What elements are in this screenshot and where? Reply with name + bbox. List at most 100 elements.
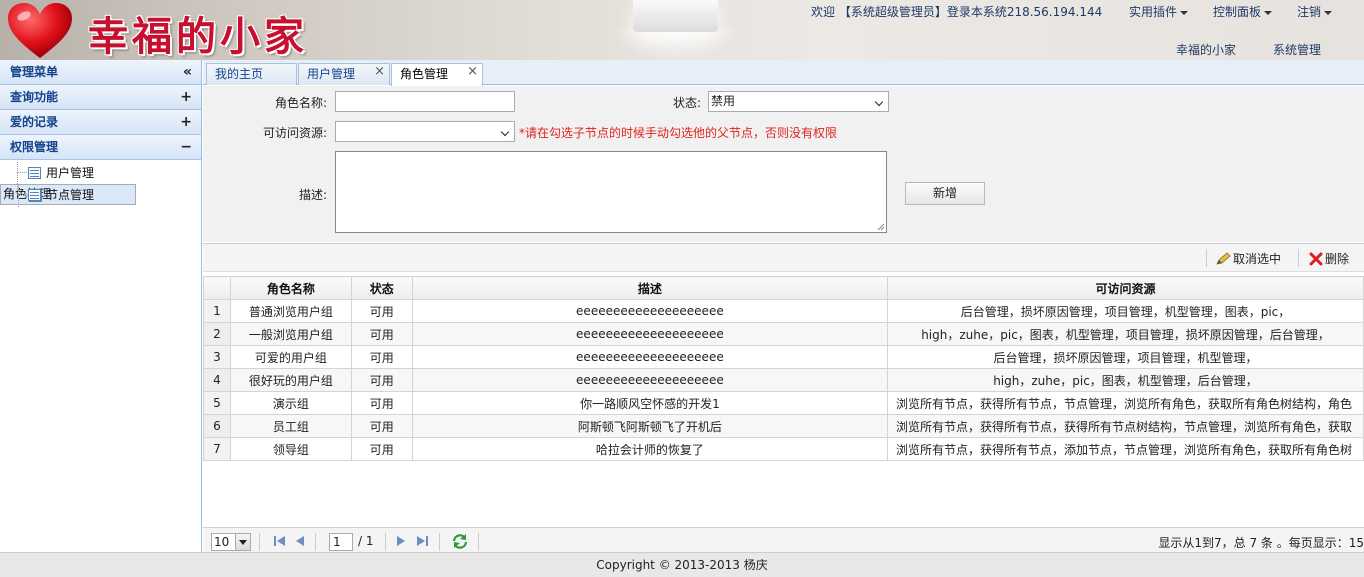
tab-role-management[interactable]: 角色管理 ×	[391, 63, 483, 86]
toolbar-separator	[1298, 249, 1299, 267]
chevron-down-icon-shape	[239, 540, 247, 545]
collapse-icon[interactable]: −	[180, 135, 192, 159]
sidebar: 管理菜单 « 查询功能 + 爱的记录 + 权限管理 − 用户管理 角色管理 节点…	[0, 60, 202, 552]
chevron-down-icon	[1180, 10, 1189, 15]
cell-description: eeeeeeeeeeeeeeeeeeee	[411, 322, 889, 346]
next-page-icon[interactable]	[396, 535, 406, 547]
cell-resources: high，zuhe，pic，图表，机型管理，后台管理，	[887, 368, 1364, 392]
menu-plugins-label: 实用插件	[1129, 5, 1178, 19]
tree-connector	[17, 173, 18, 184]
last-page-icon[interactable]	[415, 535, 429, 547]
sidebar-panel-permissions[interactable]: 权限管理 −	[0, 135, 201, 160]
tree-connector	[17, 162, 27, 173]
cell-resources: 浏览所有节点，获得所有节点，获得所有节点树结构，节点管理，浏览所有角色，获取	[887, 414, 1364, 438]
first-page-icon[interactable]	[273, 535, 287, 547]
column-header-resources[interactable]: 可访问资源	[887, 276, 1364, 300]
column-header-role-name[interactable]: 角色名称	[229, 276, 352, 300]
column-header-status[interactable]: 状态	[350, 276, 413, 300]
status-select[interactable]: 禁用	[708, 91, 889, 112]
row-number: 6	[203, 414, 231, 438]
menu-logout[interactable]: 注销	[1297, 3, 1333, 20]
tab-home[interactable]: 我的主页	[206, 63, 297, 85]
cell-resources: 后台管理，损坏原因管理，项目管理，机型管理，图表，pic，	[887, 299, 1364, 323]
table-row[interactable]: 7 领导组 可用 哈拉会计师的恢复了 浏览所有节点，获得所有节点，添加节点，节点…	[203, 437, 1364, 461]
sidebar-panel-label: 爱的记录	[10, 115, 59, 129]
table-row[interactable]: 3 可爱的用户组 可用 eeeeeeeeeeeeeeeeeeee 后台管理，损坏…	[203, 345, 1364, 369]
link-system-admin[interactable]: 系统管理	[1273, 41, 1321, 58]
pagination-summary: 显示从1到7，总 7 条 。每页显示：15	[1158, 536, 1364, 550]
cell-description: 阿斯顿飞阿斯顿飞了开机后	[411, 414, 889, 438]
delete-button[interactable]: 删除	[1309, 250, 1349, 267]
cell-resources: high，zuhe，pic，图表，机型管理，项目管理，损坏原因管理，后台管理，	[887, 322, 1364, 346]
expand-icon[interactable]: +	[180, 110, 192, 134]
footer-copyright: Copyright © 2013-2013 杨庆	[0, 552, 1364, 577]
pager-separator	[439, 533, 440, 551]
role-name-input[interactable]	[335, 91, 515, 112]
description-label: 描述:	[298, 188, 327, 202]
sidebar-panel-label: 查询功能	[10, 90, 59, 104]
cell-status: 可用	[350, 414, 413, 438]
table-row[interactable]: 1 普通浏览用户组 可用 eeeeeeeeeeeeeeeeeeee 后台管理，损…	[203, 299, 1364, 323]
close-icon[interactable]: ×	[467, 62, 478, 82]
resources-select[interactable]	[335, 121, 515, 142]
sidebar-item-node-management[interactable]: 节点管理	[0, 184, 201, 206]
cell-resources: 浏览所有节点，获得所有节点，添加节点，节点管理，浏览所有角色，获取所有角色树	[887, 437, 1364, 461]
deselect-label: 取消选中	[1233, 252, 1282, 266]
cell-status: 可用	[350, 437, 413, 461]
table-row[interactable]: 4 很好玩的用户组 可用 eeeeeeeeeeeeeeeeeeee high，z…	[203, 368, 1364, 392]
sidebar-panel-love-records[interactable]: 爱的记录 +	[0, 110, 201, 135]
table-icon	[28, 189, 41, 201]
cell-description: eeeeeeeeeeeeeeeeeeee	[411, 368, 889, 392]
row-number: 2	[203, 322, 231, 346]
role-name-label: 角色名称:	[274, 96, 327, 110]
row-number-header	[203, 276, 231, 300]
cell-status: 可用	[350, 368, 413, 392]
grid-toolbar: 取消选中 删除	[203, 244, 1364, 272]
link-happy-home[interactable]: 幸福的小家	[1176, 41, 1236, 58]
pager-separator	[315, 533, 316, 551]
cell-description: 你一路顺风空怀感的开发1	[411, 391, 889, 415]
menu-control-panel[interactable]: 控制面板	[1213, 3, 1273, 20]
tab-label: 我的主页	[215, 67, 264, 81]
table-row[interactable]: 5 演示组 可用 你一路顺风空怀感的开发1 浏览所有节点，获得所有节点，节点管理…	[203, 391, 1364, 415]
expand-icon[interactable]: +	[180, 85, 192, 109]
page-size-select[interactable]: 10	[211, 533, 251, 551]
sidebar-item-user-management[interactable]: 用户管理	[0, 162, 201, 184]
row-number: 4	[203, 368, 231, 392]
menu-logout-label: 注销	[1297, 5, 1322, 19]
sidebar-title-label: 管理菜单	[10, 65, 59, 79]
tab-bar: 我的主页 用户管理 × 角色管理 ×	[203, 60, 1364, 86]
row-number: 5	[203, 391, 231, 415]
description-textarea[interactable]	[335, 151, 887, 233]
tab-label: 用户管理	[307, 67, 356, 81]
table-row[interactable]: 2 一般浏览用户组 可用 eeeeeeeeeeeeeeeeeeee high，z…	[203, 322, 1364, 346]
tree-connector	[17, 184, 27, 195]
add-button[interactable]: 新增	[905, 182, 985, 205]
pagination-bar: 10 1 / 1 显示从1到7，总 7 条 。每页显示：15	[203, 527, 1364, 553]
delete-icon	[1309, 252, 1323, 266]
refresh-icon[interactable]	[451, 533, 469, 549]
sidebar-panel-label: 权限管理	[10, 140, 59, 154]
sidebar-panel-query[interactable]: 查询功能 +	[0, 85, 201, 110]
column-header-description[interactable]: 描述	[411, 276, 889, 300]
table-row[interactable]: 6 员工组 可用 阿斯顿飞阿斯顿飞了开机后 浏览所有节点，获得所有节点，获得所有…	[203, 414, 1364, 438]
role-form: 角色名称: 状态: 禁用 可访问资源: *请在勾选子节点的时候手动勾选他的父节点…	[203, 86, 1364, 242]
tab-user-management[interactable]: 用户管理 ×	[298, 63, 390, 85]
role-table: 角色名称 状态 描述 可访问资源 1 普通浏览用户组 可用 eeeeeeeeee…	[203, 276, 1364, 461]
prev-page-icon[interactable]	[295, 535, 305, 547]
collapse-sidebar-icon[interactable]: «	[183, 60, 192, 84]
cell-description: eeeeeeeeeeeeeeeeeeee	[411, 299, 889, 323]
table-header-row: 角色名称 状态 描述 可访问资源	[203, 276, 1364, 300]
resize-handle-icon[interactable]	[877, 223, 885, 231]
cell-role-name: 普通浏览用户组	[229, 299, 352, 323]
close-icon[interactable]: ×	[374, 62, 385, 82]
role-grid: 取消选中 删除 角色名称 状态 描述 可访问资源 1 普通浏览用户组 可用 ee…	[203, 243, 1364, 553]
site-logo-text: 幸福的小家	[88, 13, 308, 60]
cell-description: eeeeeeeeeeeeeeeeeeee	[411, 345, 889, 369]
table-icon	[28, 167, 41, 179]
page-number-input[interactable]: 1	[329, 533, 353, 551]
menu-plugins[interactable]: 实用插件	[1129, 3, 1189, 20]
row-number: 1	[203, 299, 231, 323]
chevron-down-icon	[235, 534, 250, 550]
deselect-button[interactable]: 取消选中	[1215, 250, 1281, 267]
